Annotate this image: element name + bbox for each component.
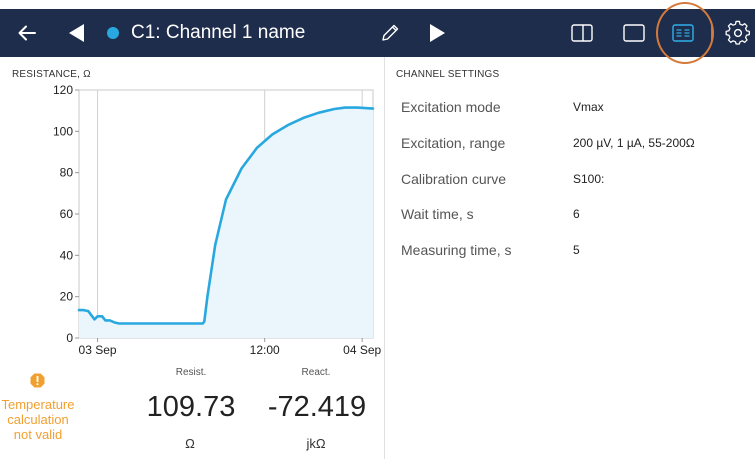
y-tick-label: 60: [60, 207, 74, 221]
setting-value: 6: [573, 207, 580, 221]
warning-icon: [30, 373, 45, 388]
warning-line-2: calculation: [7, 412, 69, 427]
temperature-warning: Temperature calculation not valid: [0, 397, 76, 442]
settings-title: CHANNEL SETTINGS: [396, 69, 500, 80]
react-label: React.: [301, 367, 331, 378]
y-tick-label: 0: [66, 331, 73, 345]
react-value: -72.419: [267, 391, 367, 423]
y-tick-label: 100: [53, 124, 73, 138]
y-tick-label: 40: [60, 248, 74, 262]
setting-value: S100:: [573, 172, 605, 186]
warning-line-1: Temperature: [1, 397, 75, 412]
setting-row-measuring-time[interactable]: Measuring time, s 5: [401, 242, 741, 262]
setting-row-excitation-range[interactable]: Excitation, range 200 µV, 1 µA, 55-200Ω: [401, 135, 741, 155]
x-tick-label: 12:00: [250, 343, 280, 357]
y-tick-label: 80: [60, 166, 74, 180]
setting-value: 200 µV, 1 µA, 55-200Ω: [573, 136, 695, 150]
gear-icon[interactable]: [725, 20, 751, 46]
setting-label: Measuring time, s: [401, 242, 512, 258]
channel-title[interactable]: C1: Channel 1 name: [131, 21, 305, 45]
setting-label: Excitation mode: [401, 99, 501, 115]
x-tick-label: 04 Sep: [343, 343, 381, 357]
warning-line-3: not valid: [13, 427, 63, 442]
react-unit: jkΩ: [306, 436, 326, 451]
resistance-chart[interactable]: 0 20 40 60 80 100 120 03 Sep 12:00 04 Sep: [0, 82, 385, 362]
edit-pencil-icon[interactable]: [379, 22, 401, 44]
setting-label: Wait time, s: [401, 206, 474, 222]
next-channel-icon[interactable]: [428, 22, 448, 44]
x-tick-label: 03 Sep: [79, 343, 117, 357]
highlight-circle: [656, 2, 714, 64]
resist-unit: Ω: [185, 436, 195, 451]
setting-label: Excitation, range: [401, 135, 506, 151]
previous-channel-icon[interactable]: [66, 22, 86, 44]
setting-row-calibration-curve[interactable]: Calibration curve S100:: [401, 171, 741, 191]
chart-title: RESISTANCE, Ω: [12, 69, 91, 80]
y-tick-label: 120: [53, 83, 73, 97]
y-tick-label: 20: [60, 290, 74, 304]
resist-value: 109.73: [146, 391, 236, 423]
back-arrow-icon[interactable]: [15, 21, 39, 45]
setting-label: Calibration curve: [401, 171, 507, 187]
channel-settings-panel: CHANNEL SETTINGS Excitation mode Vmax Ex…: [385, 57, 755, 459]
setting-row-excitation-mode[interactable]: Excitation mode Vmax: [401, 99, 741, 119]
setting-value: 5: [573, 243, 580, 257]
split-view-icon[interactable]: [570, 21, 594, 45]
single-view-icon[interactable]: [622, 21, 646, 45]
chart-panel: RESISTANCE, Ω 0 20 40 60 80 100 120 03 Sep 12:00…: [0, 57, 385, 459]
setting-value: Vmax: [573, 100, 604, 114]
channel-color-dot: [107, 27, 119, 39]
channel-header: C1: Channel 1 name: [0, 9, 755, 57]
setting-row-wait-time[interactable]: Wait time, s 6: [401, 206, 741, 226]
resist-label: Resist.: [175, 367, 207, 378]
